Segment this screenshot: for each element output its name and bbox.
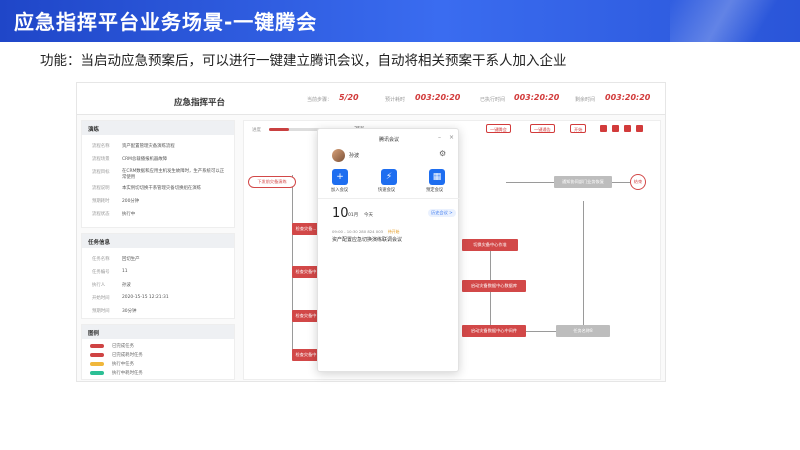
stat-label-estimated: 预计耗时 (385, 97, 406, 103)
drill-value: CRM总裁播报机器故障 (122, 157, 168, 162)
app-top-bar: 应急指挥平台 当前步骤： 5/20 预计耗时 003:20:20 已执行时间 0… (77, 83, 665, 115)
stat-value-remaining: 003:20:20 (605, 93, 651, 102)
legend-swatch (90, 353, 104, 357)
flow-connector (506, 182, 554, 183)
slide-subtitle: 功能：当启动应急预案后，可以进行一键建立腾讯会议，自动将相关预案干系人加入企业 (40, 53, 567, 69)
close-icon[interactable]: × (449, 134, 454, 141)
flow-node-check[interactable]: 检查灾备中 (292, 266, 320, 278)
pause-icon[interactable] (612, 125, 619, 132)
drill-value: 资产配置管理灾备演练流程 (122, 144, 175, 149)
app-title: 应急指挥平台 (174, 98, 226, 108)
flow-connector (292, 175, 293, 355)
drill-key: 预期耗时 (92, 199, 110, 204)
stop-icon[interactable] (600, 125, 607, 132)
task-value: 回切生产 (122, 257, 140, 262)
flow-node-start-db[interactable]: 启动灾备数据中心数据库 (462, 280, 526, 292)
flow-node-switch[interactable]: 切换灾备中心作准 (462, 239, 518, 251)
stat-value-elapsed: 003:20:20 (514, 93, 560, 102)
slide-title-bar: 应急指挥平台业务场景-一键腾会 (0, 0, 800, 42)
join-meeting-label[interactable]: 加入会议 (331, 187, 348, 193)
stat-label-step: 当前步骤： (307, 97, 333, 103)
task-key: 任务编号 (92, 270, 110, 275)
popup-divider (318, 198, 460, 199)
task-value: 2020-15-15 12:21:31 (122, 295, 169, 300)
task-panel: 任务信息 任务名称 回切生产 任务编号 11 执行人 孙波 开始时间 2020-… (81, 233, 235, 319)
flow-connector (583, 201, 584, 331)
flow-connector (612, 182, 630, 183)
drill-panel-header: 演练 (82, 121, 234, 135)
flow-node-start[interactable]: 下发前灾备演练 (248, 176, 296, 188)
one-click-meeting-button[interactable]: 一键腾会 (486, 124, 511, 133)
stat-value-estimated: 003:20:20 (415, 93, 461, 102)
skip-icon[interactable] (624, 125, 631, 132)
schedule-meeting-label[interactable]: 预定会议 (426, 187, 443, 193)
legend-swatch (90, 362, 104, 366)
drill-key: 流程场景 (92, 157, 110, 162)
legend-label: 已完成任务 (112, 344, 134, 349)
meeting-status: 待开始 (388, 229, 400, 234)
quick-meeting-label[interactable]: 快速会议 (378, 187, 395, 193)
title-decoration (670, 0, 800, 42)
legend-swatch (90, 371, 104, 375)
flow-node-task8[interactable]: 任务名称8 (556, 325, 610, 337)
drill-key: 流程目标 (92, 170, 110, 175)
one-click-notice-button[interactable]: 一键通告 (530, 124, 555, 133)
stat-label-remaining: 剩余时间 (575, 97, 596, 103)
flow-node-check[interactable]: 检查灾备... (292, 223, 320, 235)
tencent-meeting-popup: 腾讯会议 – × 孙波 ⚙ + 加入会议 ⚡ 快速会议 ▦ 预定会议 10 01… (317, 128, 460, 372)
task-value: 11 (122, 269, 128, 274)
task-value: 30分钟 (122, 309, 137, 314)
drill-key: 流程名称 (92, 144, 110, 149)
date-today: 今天 (364, 213, 373, 218)
task-value: 孙波 (122, 283, 131, 288)
meeting-time: 09:00 - 10:30 280 824 003 (332, 229, 384, 234)
schedule-meeting-icon[interactable]: ▦ (429, 169, 445, 185)
user-name: 孙波 (349, 153, 360, 159)
stat-label-elapsed: 已执行时间 (480, 97, 506, 103)
task-key: 任务名称 (92, 257, 110, 262)
meeting-title[interactable]: 资产配置应急切换演练联调会议 (332, 236, 402, 243)
start-button[interactable]: 开始 (570, 124, 587, 133)
menu-icon[interactable] (636, 125, 643, 132)
history-meetings-button[interactable]: 历史会议 > (428, 209, 456, 217)
task-key: 预期时间 (92, 309, 110, 314)
drill-value: 本实例切切换干系管理灾备切换组在演练 (122, 186, 202, 191)
drill-value: 200分钟 (122, 199, 140, 204)
legend-panel: 图例 已完成任务 已完成耗时任务 执行中任务 执行中耗时任务 (81, 324, 235, 380)
flow-node-end[interactable]: 结束 (630, 174, 646, 190)
task-key: 执行人 (92, 283, 106, 288)
join-meeting-icon[interactable]: + (332, 169, 348, 185)
flow-node-check[interactable]: 检查灾备中 (292, 310, 320, 322)
drill-panel: 演练 流程名称 资产配置管理灾备演练流程 流程场景 CRM总裁播报机器故障 流程… (81, 120, 235, 228)
slide-title: 应急指挥平台业务场景-一键腾会 (14, 10, 318, 34)
flow-node-notify[interactable]: 通知协同部门业务恢复 (554, 176, 612, 188)
date-month: 01月 (348, 213, 359, 218)
progress-label: 进度 (252, 128, 261, 133)
legend-panel-header: 图例 (82, 325, 234, 339)
flow-node-check[interactable]: 检查灾备中 (292, 349, 320, 361)
legend-label: 执行中耗时任务 (112, 371, 143, 376)
date-day: 10 (332, 206, 349, 221)
drill-value: 在CRM数据和应用主机发生故障时，生产系统可以正常使用 (122, 169, 225, 180)
stat-value-step: 5/20 (339, 93, 359, 102)
avatar[interactable] (332, 149, 345, 162)
legend-label: 执行中任务 (112, 362, 134, 367)
drill-key: 流程说明 (92, 186, 110, 191)
gear-icon[interactable]: ⚙ (439, 149, 446, 158)
progress-fill (269, 128, 289, 131)
legend-label: 已完成耗时任务 (112, 353, 143, 358)
legend-swatch (90, 344, 104, 348)
flow-node-start-middleware[interactable]: 启动灾备数据中心中间件 (462, 325, 526, 337)
drill-key: 流程状态 (92, 212, 110, 217)
task-key: 开始时间 (92, 296, 110, 301)
minimize-icon[interactable]: – (438, 134, 441, 141)
task-panel-header: 任务信息 (82, 234, 234, 248)
drill-value: 执行中 (122, 212, 136, 217)
quick-meeting-icon[interactable]: ⚡ (381, 169, 397, 185)
